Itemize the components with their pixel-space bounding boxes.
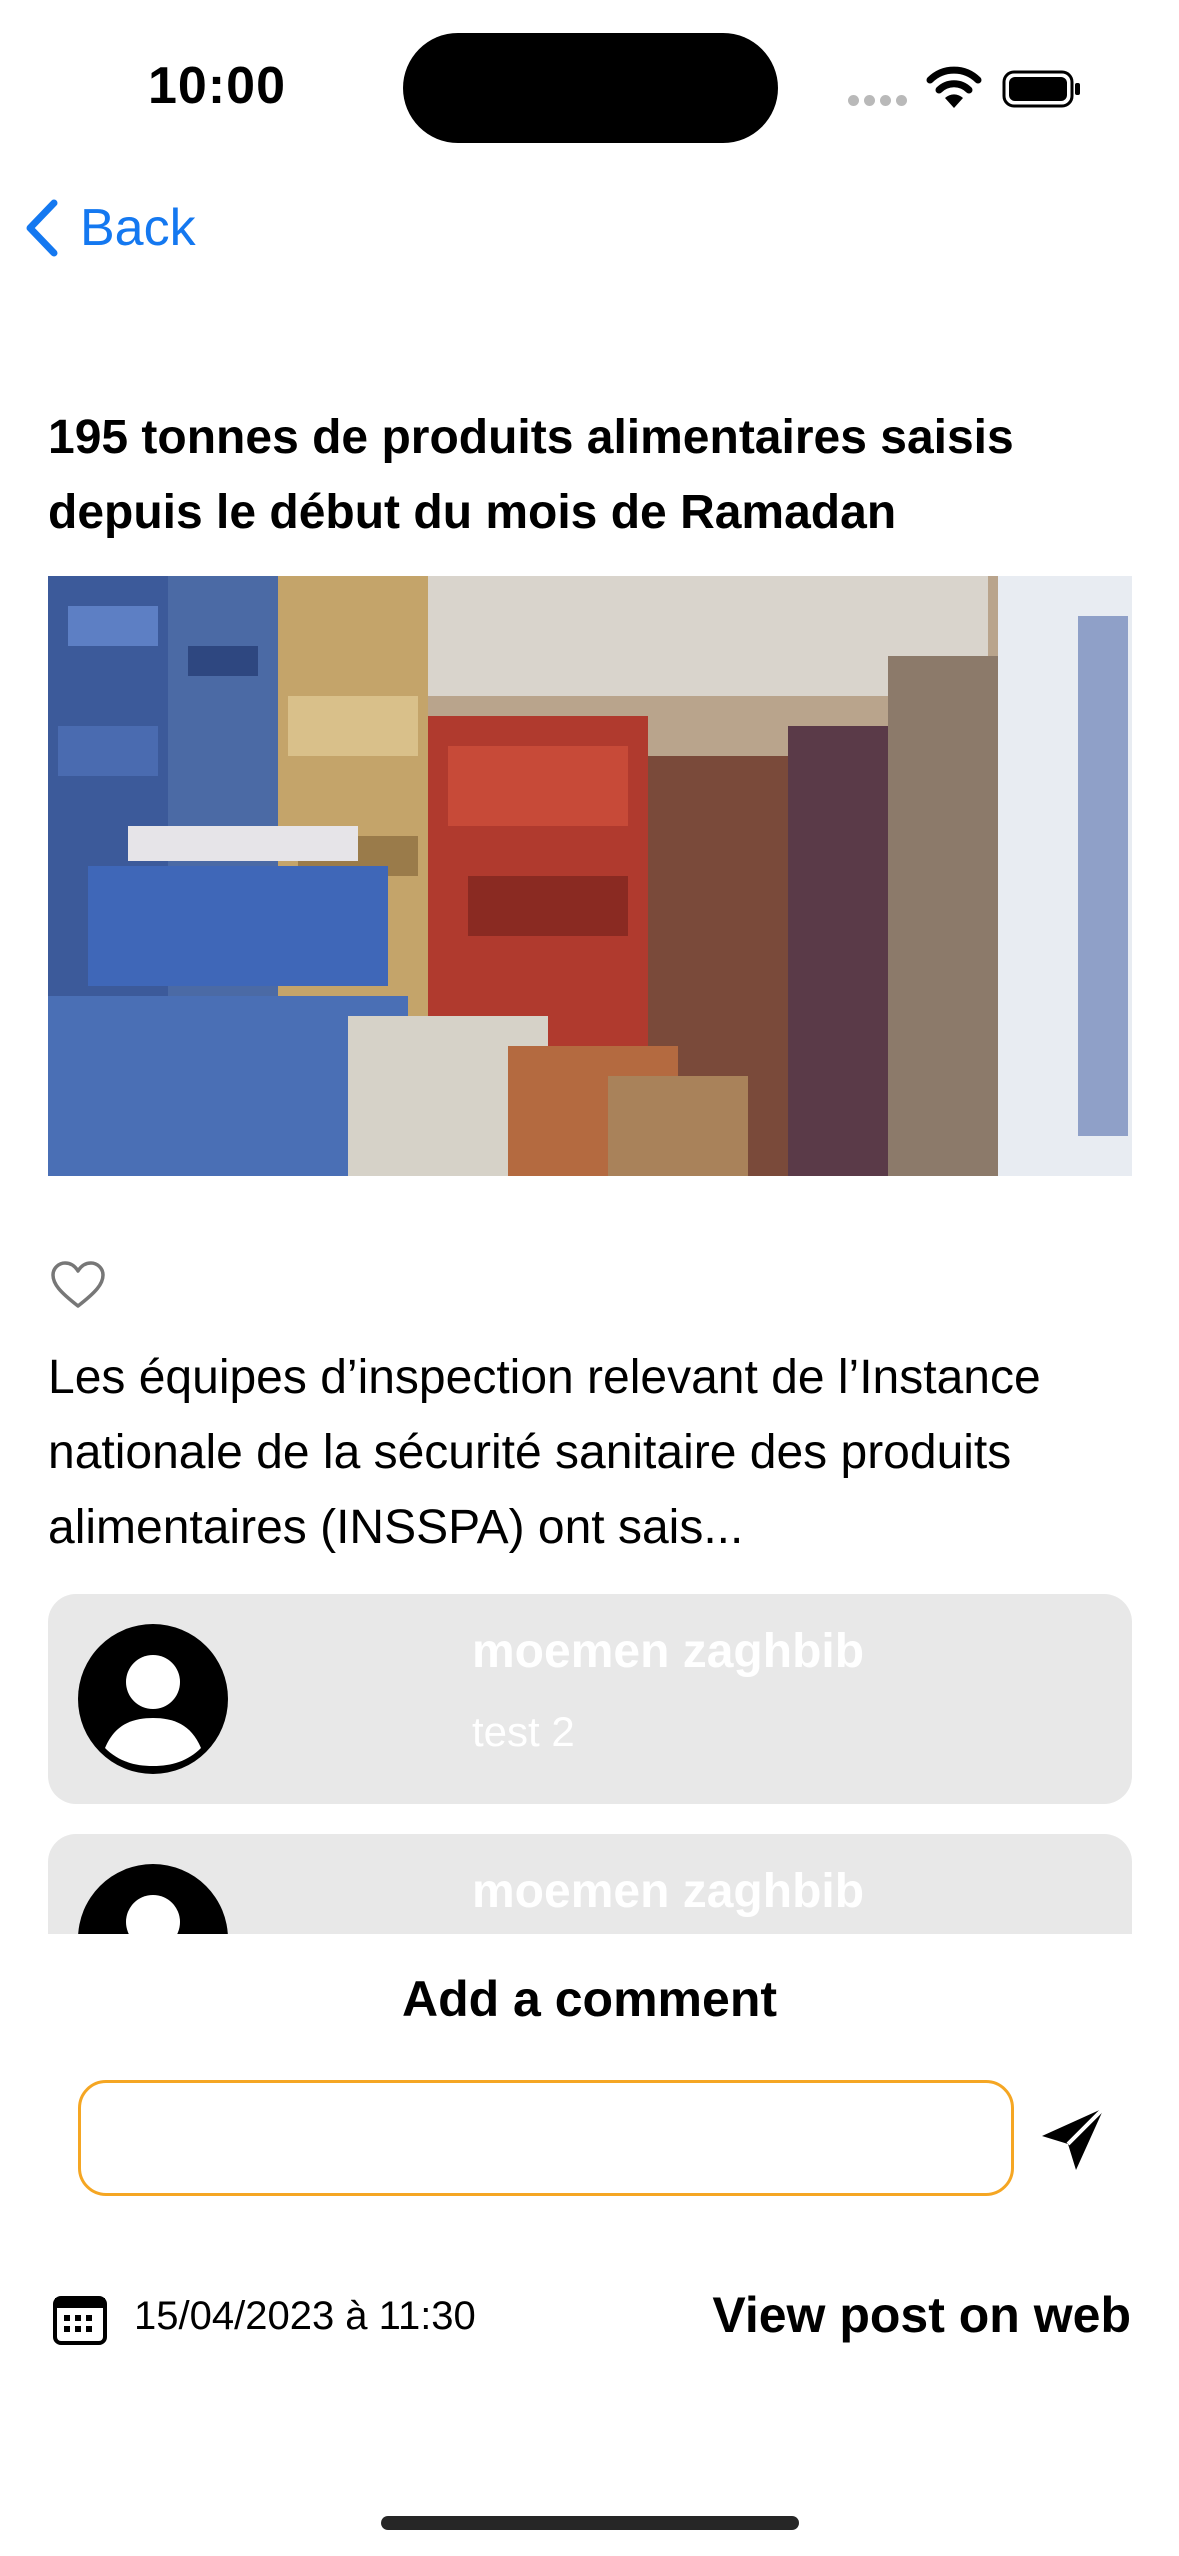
comment-author: moemen zaghbib [472, 1625, 865, 1678]
post-image [48, 576, 1132, 1176]
wifi-icon [926, 66, 982, 108]
calendar-icon [53, 2296, 107, 2345]
post-date: 15/04/2023 à 11:30 [134, 2294, 476, 2338]
home-indicator[interactable] [381, 2516, 799, 2530]
view-on-web-link[interactable]: View post on web [712, 2286, 1131, 2344]
comment-card: moemen zaghbib test 2 [48, 1594, 1132, 1804]
add-comment-heading: Add a comment [401, 1971, 778, 2027]
comment-input[interactable] [78, 2080, 1014, 2196]
like-heart-icon[interactable] [50, 1260, 106, 1310]
avatar-person-icon [78, 1624, 228, 1774]
battery-icon [1002, 70, 1080, 108]
post-excerpt: Les équipes d’inspection relevant de l’I… [48, 1351, 1041, 1554]
comment-card: moemen zaghbib [48, 1834, 1132, 1934]
dynamic-island [403, 33, 778, 143]
send-icon[interactable] [1036, 2102, 1110, 2176]
back-label: Back [80, 199, 196, 257]
comment-text: test 2 [472, 1708, 575, 1755]
back-button[interactable]: Back [24, 196, 196, 260]
comments-list[interactable]: moemen zaghbib test 2 moemen zaghbib [48, 1594, 1132, 1934]
comment-author: moemen zaghbib [472, 1865, 865, 1918]
avatar-person-icon [78, 1864, 228, 1934]
post-title: 195 tonnes de produits alimentaires sais… [48, 411, 1014, 539]
status-time: 10:00 [148, 57, 286, 115]
chevron-left-icon [26, 199, 58, 257]
cellular-signal-icon [848, 95, 908, 107]
